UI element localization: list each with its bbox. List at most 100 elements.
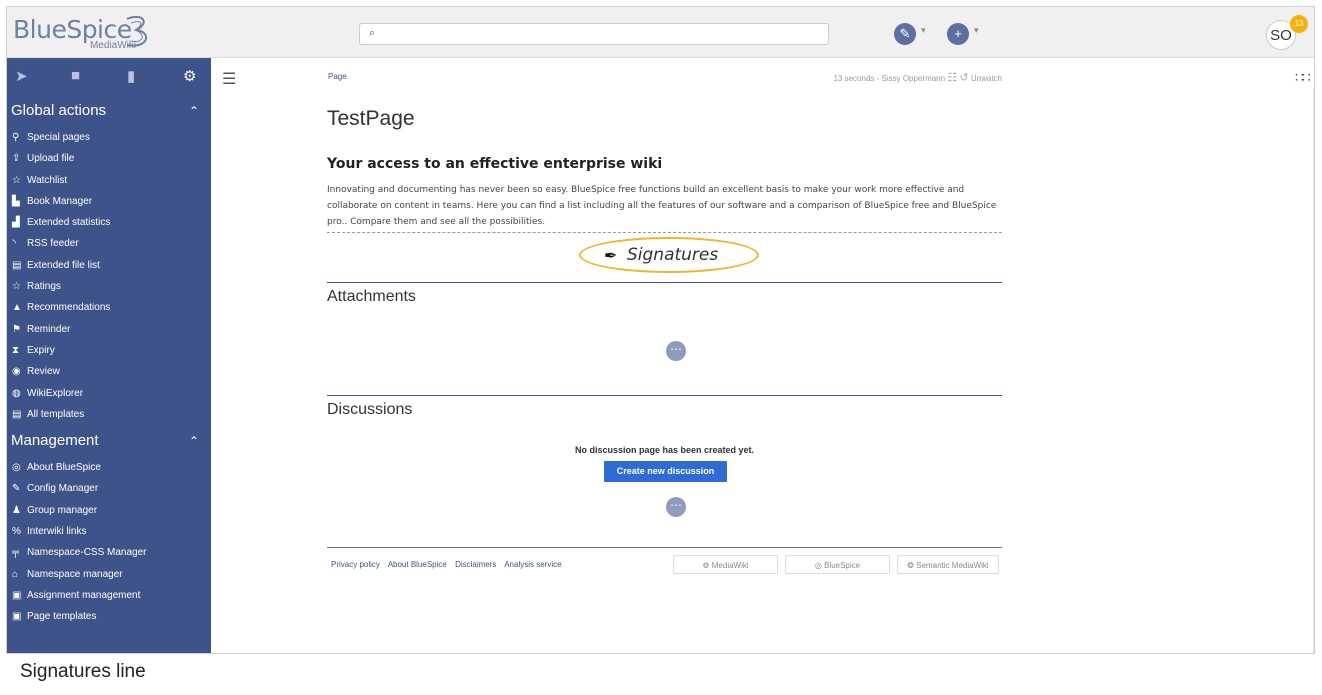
history-icon[interactable]: ↺ — [959, 72, 968, 84]
sidebar-item-label: Extended statistics — [27, 217, 111, 229]
sidebar-item[interactable]: ◍ WikiExplorer — [7, 383, 211, 404]
sidebar-item-label: Watchlist — [27, 174, 68, 186]
sidebar-item[interactable]: ⚑ Reminder — [7, 319, 211, 340]
no-discussion-text: No discussion page has been created yet. — [574, 445, 755, 455]
sidebar-item-label: Reminder — [27, 323, 71, 335]
sidebar-section-header[interactable]: Management ⌃ — [7, 425, 211, 457]
upload-icon: ⇪ — [12, 153, 21, 165]
template-icon: ▤ — [12, 408, 22, 420]
sidebar-item[interactable]: ▤ All templates — [7, 404, 211, 425]
last-edit-text[interactable]: 13 seconds - Sissy Oppermann — [833, 74, 945, 83]
search-input[interactable] — [386, 26, 820, 44]
sidebar-item[interactable]: ✎ Config Manager — [7, 478, 211, 499]
pencil-icon: ✎ — [899, 26, 911, 41]
mediawiki-badge-label: MediaWiki — [711, 561, 749, 570]
analysis-service-link[interactable]: Analysis service — [504, 560, 561, 569]
globe-icon: ◍ — [12, 387, 21, 399]
gear-icon[interactable]: ⚙ — [183, 67, 196, 85]
clipboard-icon[interactable]: ▮ — [127, 67, 135, 85]
signatures-label[interactable]: Signatures — [627, 245, 718, 265]
privacy-policy-link[interactable]: Privacy policy — [331, 560, 380, 569]
sidebar-item[interactable]: ▟ Extended statistics — [7, 212, 211, 233]
sidebar-item[interactable]: ⚲ Special pages — [7, 127, 211, 148]
sidebar-item[interactable]: ╤ Namespace-CSS Manager — [7, 542, 211, 563]
create-button[interactable]: + — [947, 23, 969, 45]
create-discussion-button[interactable]: Create new discussion — [604, 461, 727, 482]
sidebar-item[interactable]: ⌂ Namespace manager — [7, 564, 211, 585]
notification-badge[interactable]: 13 — [1290, 15, 1308, 33]
top-bar: BlueSpice MediaWiki ⌕ ✎ ▾ + ▾ SO 13 — [7, 7, 1314, 58]
mediawiki-badge[interactable]: ⚙ MediaWiki — [673, 555, 778, 574]
sidebar-item[interactable]: ▣ Assignment management — [7, 585, 211, 606]
content-paragraph: Innovating and documenting has never bee… — [327, 185, 997, 227]
sidebar-item[interactable]: ◝ RSS feeder — [7, 233, 211, 254]
chevron-down-icon[interactable]: ▾ — [974, 25, 979, 36]
footer-divider — [327, 547, 1002, 548]
search-box[interactable]: ⌕ — [359, 23, 829, 45]
sidebar-item[interactable]: ◎ About BlueSpice — [7, 457, 211, 478]
page-title: TestPage — [327, 107, 415, 130]
edit-button[interactable]: ✎ — [894, 23, 916, 45]
sidebar-item[interactable]: ⇪ Upload file — [7, 148, 211, 169]
info-icon: ◎ — [12, 462, 21, 474]
chart-icon: ▟ — [12, 217, 20, 229]
unwatch-link[interactable]: Unwatch — [971, 74, 1002, 83]
star-icon: ☆ — [12, 281, 21, 293]
smw-badge[interactable]: ❂ Semantic MediaWiki — [897, 555, 999, 574]
sidebar-item-label: Ratings — [27, 281, 61, 293]
sidebar-item-label: Page templates — [27, 611, 97, 623]
discussions-divider — [327, 395, 1002, 396]
chevron-up-icon[interactable]: ⌃ — [189, 425, 199, 457]
menu-icon[interactable]: ☰ — [222, 69, 236, 89]
thumbs-up-icon: ▲ — [12, 302, 22, 314]
sidebar-item[interactable]: ☆ Ratings — [7, 276, 211, 297]
assignment-icon: ▣ — [12, 589, 22, 601]
sidebar: ➤ ■ ▮ ⚙ Global actions ⌃ ⚲ Special pages ⇪ Up… — [7, 58, 211, 653]
sidebar-item-label: Extended file list — [27, 259, 100, 271]
sidebar-item-label: Namespace-CSS Manager — [27, 547, 147, 559]
sidebar-item[interactable]: ▙ Book Manager — [7, 191, 211, 212]
sidebar-sections: Global actions ⌃ ⚲ Special pages ⇪ Upload fil… — [7, 95, 211, 628]
disclaimers-link[interactable]: Disclaimers — [455, 560, 496, 569]
special-pages-icon: ⚲ — [12, 132, 20, 143]
sidebar-tabs: ➤ ■ ▮ ⚙ — [7, 58, 211, 95]
chevron-down-icon[interactable]: ▾ — [921, 25, 926, 36]
smw-badge-label: Semantic MediaWiki — [916, 561, 989, 570]
logo[interactable]: BlueSpice MediaWiki — [11, 13, 211, 51]
comments-icon[interactable]: ☷ — [947, 72, 957, 84]
sidebar-item[interactable]: ▣ Page templates — [7, 606, 211, 627]
link-icon: % — [12, 526, 21, 538]
sidebar-item[interactable]: % Interwiki links — [7, 521, 211, 542]
scrollbar[interactable] — [1313, 89, 1314, 653]
sidebar-item[interactable]: ▤ Extended file list — [7, 255, 211, 276]
group-icon: ♟ — [12, 504, 21, 516]
content-heading: Your access to an effective enterprise w… — [327, 156, 663, 172]
search-icon: ⌕ — [369, 27, 376, 39]
sidebar-item-label: Review — [27, 366, 60, 378]
breadcrumb[interactable]: Page — [328, 72, 347, 81]
book-icon[interactable]: ■ — [71, 67, 80, 84]
wiki-window: BlueSpice MediaWiki ⌕ ✎ ▾ + ▾ SO 13 ➤ ■ … — [6, 6, 1315, 654]
sidebar-item[interactable]: ☆ Watchlist — [7, 170, 211, 191]
about-bluespice-link[interactable]: About BlueSpice — [388, 560, 447, 569]
sidebar-item-label: Special pages — [27, 132, 90, 143]
sidebar-item[interactable]: ⧗ Expiry — [7, 340, 211, 361]
book-icon: ▙ — [12, 195, 20, 207]
plus-icon: + — [954, 26, 962, 41]
image-caption: Signatures line — [20, 661, 146, 682]
chevron-up-icon[interactable]: ⌃ — [189, 95, 199, 127]
attachments-loading-icon: ⋯ — [666, 341, 686, 361]
sidebar-item[interactable]: ▲ Recommendations — [7, 297, 211, 318]
sidebar-item[interactable]: ◉ Review — [7, 361, 211, 382]
signature-line — [327, 232, 1002, 233]
sidebar-section-title: Global actions — [11, 102, 107, 119]
navigation-icon[interactable]: ➤ — [15, 67, 28, 85]
hourglass-icon: ⧗ — [12, 344, 20, 356]
file-list-icon: ▤ — [12, 259, 22, 271]
namespace-icon: ⌂ — [12, 568, 19, 580]
sidebar-item[interactable]: ♟ Group manager — [7, 500, 211, 521]
sidebar-item-label: All templates — [27, 408, 85, 420]
apps-grid-icon[interactable]: ∷∷ — [1295, 69, 1311, 86]
sidebar-section-header[interactable]: Global actions ⌃ — [7, 95, 211, 127]
bluespice-badge[interactable]: ◎ BlueSpice — [785, 555, 890, 574]
